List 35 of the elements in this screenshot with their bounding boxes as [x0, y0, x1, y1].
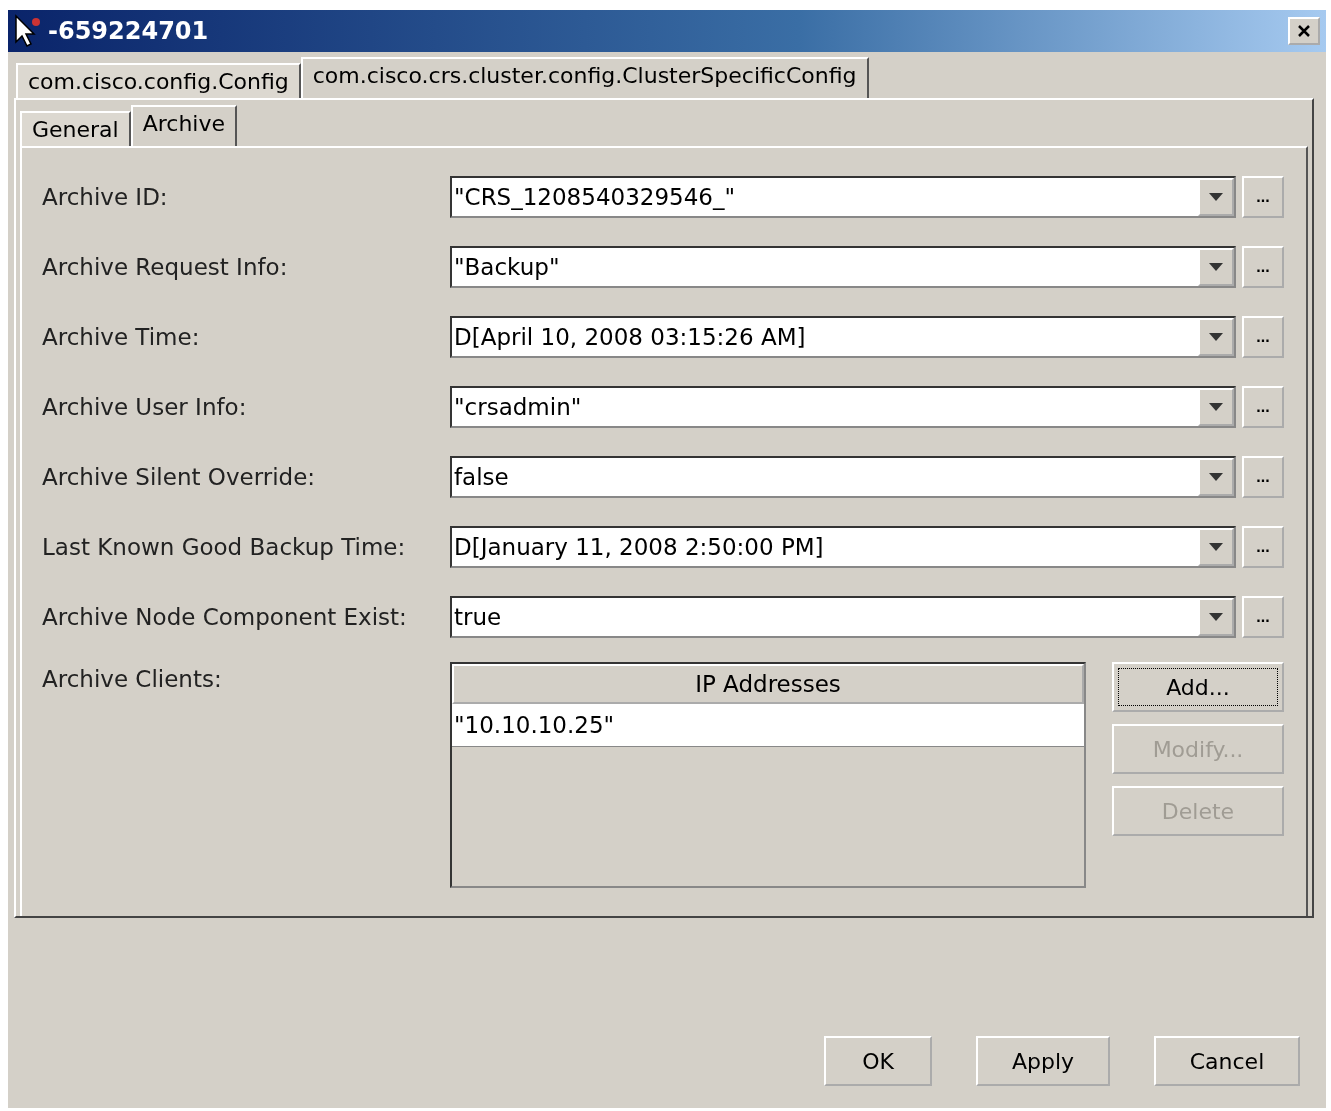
browse-button[interactable]: ...: [1242, 316, 1284, 358]
field-label: Last Known Good Backup Time:: [42, 534, 407, 560]
field-label: Archive Request Info:: [42, 254, 289, 280]
field-label: Archive Silent Override:: [42, 464, 317, 490]
window-title: -659224701: [48, 17, 210, 45]
browse-button[interactable]: ...: [1242, 596, 1284, 638]
tab[interactable]: com.cisco.crs.cluster.config.ClusterSpecificConfig: [300, 57, 869, 98]
tab[interactable]: Archive: [130, 105, 238, 146]
combo-box[interactable]: "Backup": [450, 246, 1236, 288]
close-icon: [1297, 24, 1311, 38]
action-button[interactable]: Add...: [1112, 662, 1284, 712]
browse-button[interactable]: ...: [1242, 526, 1284, 568]
tab[interactable]: General: [20, 111, 131, 146]
tab[interactable]: com.cisco.config.Config: [16, 63, 301, 98]
combo-box[interactable]: false: [450, 456, 1236, 498]
browse-button[interactable]: ...: [1242, 386, 1284, 428]
column-header[interactable]: IP Addresses: [452, 664, 1084, 704]
field-label: Archive Node Component Exist:: [42, 604, 408, 630]
field-label: Archive Time:: [42, 324, 201, 350]
dialog-button[interactable]: Apply: [976, 1036, 1110, 1086]
dialog-button[interactable]: OK: [824, 1036, 932, 1086]
combo-box[interactable]: true: [450, 596, 1236, 638]
field-label: Archive User Info:: [42, 394, 248, 420]
combo-box[interactable]: D[January 11, 2008 2:50:00 PM]: [450, 526, 1236, 568]
close-button[interactable]: [1288, 17, 1320, 45]
table-cell[interactable]: "10.10.10.25": [452, 704, 1084, 747]
browse-button[interactable]: ...: [1242, 176, 1284, 218]
dialog-button[interactable]: Cancel: [1154, 1036, 1300, 1086]
browse-button[interactable]: ...: [1242, 246, 1284, 288]
field-label: Archive Clients:: [42, 665, 223, 692]
browse-button[interactable]: ...: [1242, 456, 1284, 498]
field-label: Archive ID:: [42, 184, 169, 210]
combo-box[interactable]: D[April 10, 2008 03:15:26 AM]: [450, 316, 1236, 358]
combo-box[interactable]: "CRS_1208540329546_": [450, 176, 1236, 218]
combo-box[interactable]: "crsadmin": [450, 386, 1236, 428]
